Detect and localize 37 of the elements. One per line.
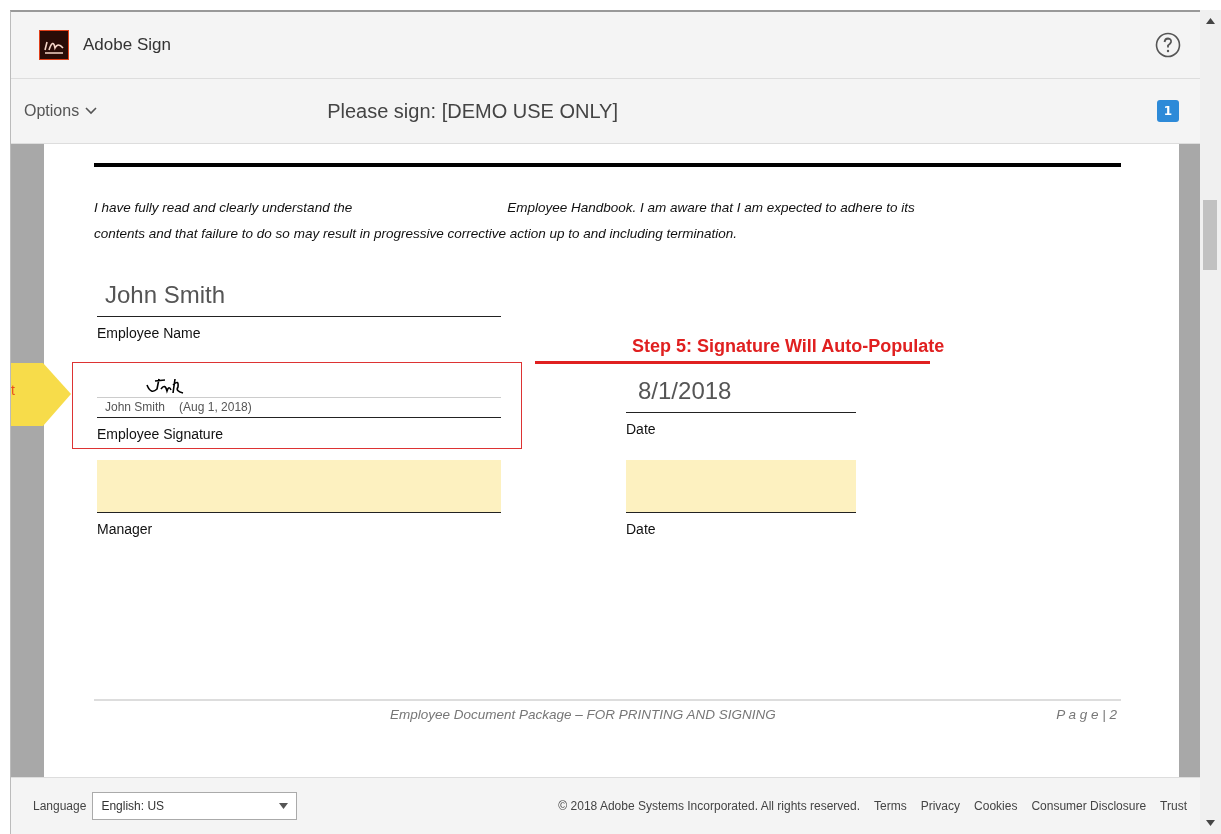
field-label: Date xyxy=(626,421,657,439)
input-field[interactable] xyxy=(97,460,501,513)
count-badge[interactable]: 1 xyxy=(1157,100,1179,122)
paragraph-text: I have fully read and clearly understand the xyxy=(94,199,353,217)
footer-link[interactable]: Cookies xyxy=(974,799,1018,813)
field-label: Employee Name xyxy=(97,325,202,343)
language-label: Language xyxy=(33,799,87,813)
options-menu[interactable]: Options xyxy=(24,102,98,120)
field-label: Date xyxy=(626,521,657,539)
signature-caption: John Smith (Aug 1, 2018) xyxy=(97,397,501,417)
input-field[interactable] xyxy=(626,460,856,513)
footer-link[interactable]: Consumer Disclosure xyxy=(1031,799,1147,813)
copyright-text: © 2018 Adobe Systems Incorporated. All rights reserved. xyxy=(558,799,861,813)
page-number: P a g e | 2 xyxy=(1056,707,1117,722)
scroll-down-icon[interactable] xyxy=(1206,820,1215,826)
annotation-text: Step 5: Signature Will Auto-Populate xyxy=(632,335,945,357)
app-logo xyxy=(39,30,69,60)
name-field: John Smith xyxy=(97,269,501,317)
page-footer-text: Employee Document Package – FOR PRINTING AND SIGNING xyxy=(390,707,776,722)
caret-icon xyxy=(279,803,289,809)
language-select[interactable]: English: US xyxy=(92,792,298,820)
document-title: Please sign: [DEMO USE ONLY] xyxy=(327,99,619,123)
scrollbar[interactable] xyxy=(1200,10,1221,834)
start-tab[interactable] xyxy=(11,363,71,426)
footer-link[interactable]: Terms xyxy=(874,799,907,813)
field-label: Manager xyxy=(97,521,154,539)
help-icon[interactable] xyxy=(1155,32,1181,58)
app-title: Adobe Sign xyxy=(83,35,172,55)
chevron-down-icon xyxy=(85,107,98,115)
paragraph-text: contents and that failure to do so may result in progressive corrective action up to and including termination. xyxy=(94,225,739,243)
footer-link[interactable]: Trust xyxy=(1160,799,1187,813)
paragraph-text: Employee Handbook. I am aware that I am expected to adhere to its xyxy=(507,199,915,217)
scroll-up-icon[interactable] xyxy=(1206,18,1215,24)
field-label: Employee Signature xyxy=(97,426,225,444)
footer-link[interactable]: Privacy xyxy=(920,799,961,813)
name-field: 8/1/2018 xyxy=(626,365,856,413)
scroll-thumb[interactable] xyxy=(1203,200,1217,270)
